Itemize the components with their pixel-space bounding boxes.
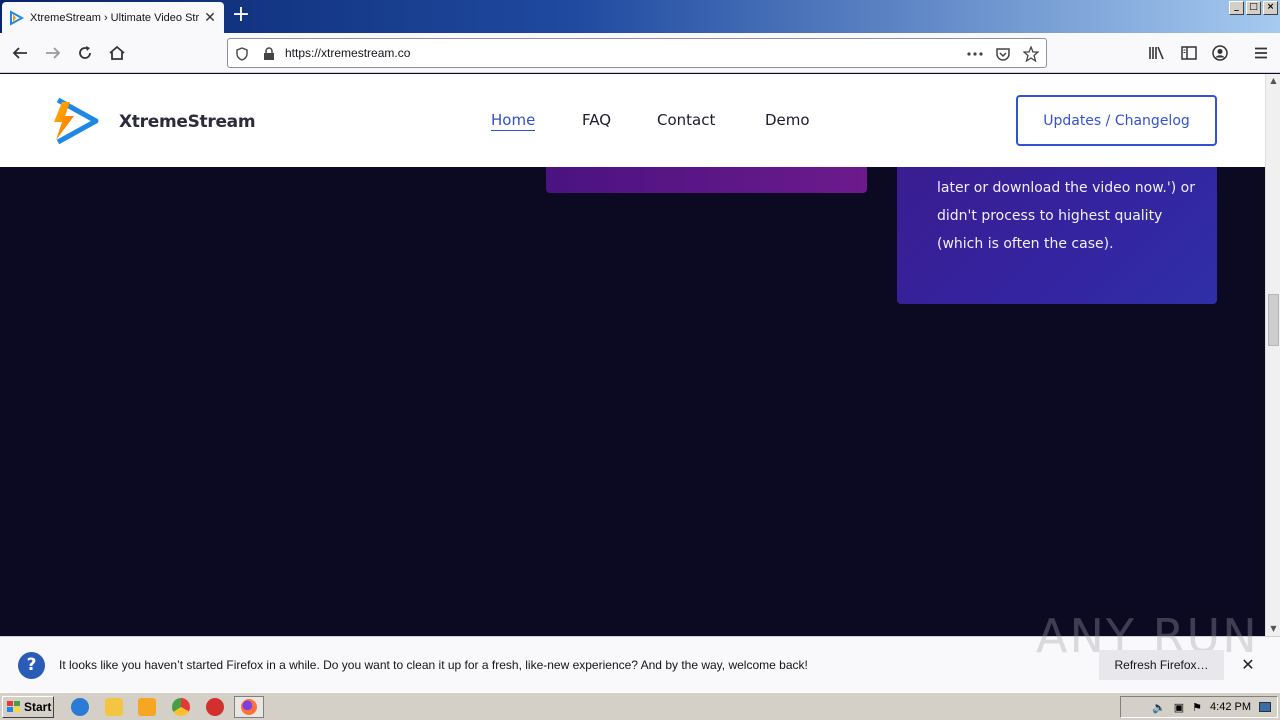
refresh-firefox-notification: ANY RUN ? It looks like you haven’t star…	[0, 609, 1280, 692]
scroll-down-arrow-icon[interactable]: ▼	[1266, 622, 1280, 636]
home-button[interactable]	[103, 39, 131, 67]
account-icon	[1212, 45, 1228, 61]
notification-close-icon[interactable]: ✕	[1238, 655, 1258, 675]
page-actions-icon[interactable]	[966, 45, 984, 63]
navigation-toolbar: https://xtremestream.co	[0, 33, 1280, 73]
feature-card-text: later or download the video now.') or di…	[937, 180, 1195, 252]
sidebar-button[interactable]	[1175, 39, 1203, 67]
xtremestream-favicon-icon	[10, 9, 24, 26]
maximize-button[interactable]: □	[1246, 1, 1261, 15]
volume-icon[interactable]: 🔈	[1152, 701, 1166, 714]
site-header: XtremeStream Home FAQ Contact Demo Updat…	[0, 74, 1265, 167]
browser-tab[interactable]: XtremeStream › Ultimate Video Str ✕	[2, 2, 224, 33]
pocket-icon[interactable]	[994, 45, 1012, 63]
nav-demo-link[interactable]: Demo	[765, 111, 810, 129]
menu-button[interactable]	[1247, 39, 1275, 67]
account-button[interactable]	[1206, 39, 1234, 67]
minimize-button[interactable]: _	[1229, 1, 1244, 15]
url-text: https://xtremestream.co	[285, 46, 411, 60]
show-desktop-icon[interactable]	[1259, 702, 1271, 712]
page-scrollbar[interactable]: ▲ ▼	[1265, 74, 1280, 636]
bookmark-star-icon[interactable]	[1022, 45, 1040, 63]
firefox-taskbar-button[interactable]	[234, 696, 264, 718]
reload-icon	[79, 46, 91, 59]
title-bar: XtremeStream › Ultimate Video Str ✕ + _ …	[0, 0, 1280, 33]
updates-changelog-button[interactable]: Updates / Changelog	[1016, 95, 1217, 146]
web-page: later or download the video now.') or di…	[0, 74, 1265, 636]
start-button[interactable]: Start	[2, 696, 54, 718]
xtremestream-logo-icon[interactable]	[48, 96, 100, 146]
brand-name[interactable]: XtremeStream	[119, 112, 256, 132]
close-window-button[interactable]: ×	[1263, 1, 1278, 15]
window-controls: _ □ ×	[1229, 1, 1278, 15]
ie-icon[interactable]	[71, 698, 89, 716]
flag-icon[interactable]: ⚑	[1192, 701, 1202, 714]
back-button[interactable]	[6, 39, 34, 67]
forward-button[interactable]	[39, 39, 67, 67]
new-tab-button[interactable]: +	[229, 4, 253, 28]
tab-title: XtremeStream › Ultimate Video Str	[30, 11, 200, 24]
back-arrow-icon	[12, 47, 27, 59]
chrome-icon[interactable]	[172, 698, 190, 716]
network-icon[interactable]: ▣	[1174, 701, 1184, 714]
scrollbar-thumb[interactable]	[1268, 294, 1279, 346]
forward-arrow-icon	[46, 47, 61, 59]
tracking-shield-icon[interactable]	[233, 45, 251, 63]
question-icon: ?	[18, 652, 45, 679]
media-player-icon[interactable]	[138, 698, 156, 716]
opera-icon[interactable]	[206, 698, 224, 716]
clock[interactable]: 4:42 PM	[1210, 701, 1251, 713]
reload-button[interactable]	[71, 39, 99, 67]
start-label: Start	[24, 700, 52, 714]
hamburger-menu-icon	[1255, 47, 1267, 59]
windows-logo-icon	[7, 701, 20, 712]
url-bar[interactable]: https://xtremestream.co	[227, 38, 1047, 68]
firefox-icon	[241, 699, 257, 715]
library-button[interactable]	[1143, 39, 1171, 67]
windows-taskbar: Start 🔈 ▣ ⚑ 4:42 PM	[0, 692, 1280, 720]
refresh-firefox-button[interactable]: Refresh Firefox…	[1099, 650, 1224, 680]
library-icon	[1149, 46, 1164, 60]
system-tray: 🔈 ▣ ⚑ 4:42 PM	[1120, 696, 1278, 718]
tab-close-icon[interactable]: ✕	[202, 10, 218, 26]
home-icon	[109, 45, 125, 60]
nav-contact-link[interactable]: Contact	[657, 111, 715, 129]
scroll-up-arrow-icon[interactable]: ▲	[1266, 74, 1280, 88]
notification-message: It looks like you haven’t started Firefo…	[59, 658, 808, 672]
explorer-icon[interactable]	[105, 698, 123, 716]
lock-icon[interactable]	[260, 45, 278, 63]
nav-home-link[interactable]: Home	[491, 111, 536, 131]
nav-faq-link[interactable]: FAQ	[582, 111, 611, 129]
sidebar-icon	[1181, 46, 1197, 60]
